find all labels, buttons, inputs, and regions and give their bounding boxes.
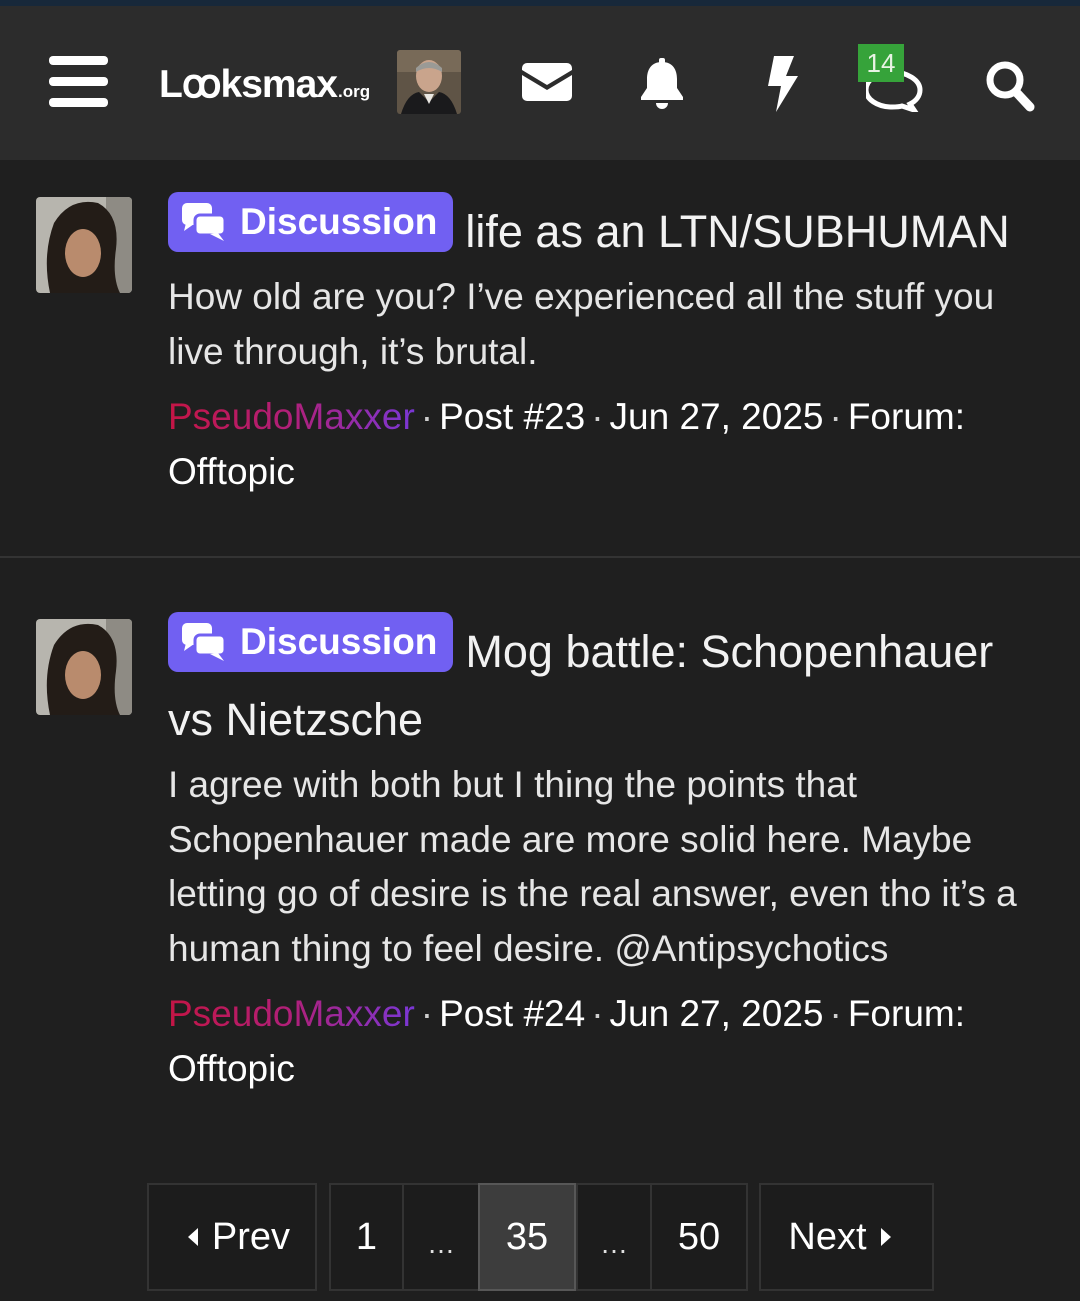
forum-prefix: Forum: xyxy=(847,396,965,437)
next-label: Next xyxy=(788,1215,867,1258)
mail-icon[interactable] xyxy=(522,63,572,101)
conversations-badge: 14 xyxy=(858,44,904,82)
discussion-icon xyxy=(182,623,226,661)
post-date: Jun 27, 2025 xyxy=(609,993,824,1034)
author-avatar[interactable] xyxy=(36,197,132,293)
logo-tld: .org xyxy=(337,82,371,101)
result-meta: PseudoMaxxer · Post #24 · Jun 27, 2025 · Forum… xyxy=(168,993,965,1089)
caret-left-icon xyxy=(187,1228,198,1246)
post-number[interactable]: Post #23 xyxy=(439,396,585,437)
author-avatar[interactable] xyxy=(36,619,132,715)
label-text: Discussion xyxy=(240,621,438,662)
page-50-button[interactable]: 50 xyxy=(650,1183,748,1291)
next-page-button[interactable]: Next xyxy=(759,1183,934,1291)
page-jump-ellipsis[interactable]: … xyxy=(576,1183,652,1291)
result-meta: PseudoMaxxer · Post #23 · Jun 27, 2025 · Forum… xyxy=(168,396,965,492)
site-header: Lꝏksmax .org 14 xyxy=(0,6,1080,160)
author-name[interactable]: PseudoMaxxer xyxy=(168,993,415,1034)
search-result: Discussion Mog battle: Schopenhauer vs N… xyxy=(0,558,1080,1158)
author-name[interactable]: PseudoMaxxer xyxy=(168,396,415,437)
forum-link[interactable]: Offtopic xyxy=(168,451,295,492)
search-icon[interactable] xyxy=(985,60,1035,112)
title-text[interactable]: life as an LTN/SUBHUMAN xyxy=(465,206,1009,257)
pagination: Prev 1 … 35 … 50 Next xyxy=(0,1183,1080,1293)
prev-page-button[interactable]: Prev xyxy=(147,1183,317,1291)
current-page-button[interactable]: 35 xyxy=(478,1183,576,1291)
post-date: Jun 27, 2025 xyxy=(609,396,824,437)
forum-prefix: Forum: xyxy=(847,993,965,1034)
result-title[interactable]: Discussion Mog battle: Schopenhauer vs N… xyxy=(168,612,1048,754)
forum-link[interactable]: Offtopic xyxy=(168,1048,295,1089)
user-avatar[interactable] xyxy=(397,50,461,114)
caret-right-icon xyxy=(880,1228,891,1246)
discussion-icon xyxy=(182,203,226,241)
search-result: Discussion life as an LTN/SUBHUMAN How o… xyxy=(0,160,1080,557)
result-content: Discussion Mog battle: Schopenhauer vs N… xyxy=(168,612,1048,1096)
page-1-button[interactable]: 1 xyxy=(329,1183,404,1291)
result-content: Discussion life as an LTN/SUBHUMAN How o… xyxy=(168,192,1048,499)
result-title[interactable]: Discussion life as an LTN/SUBHUMAN xyxy=(168,192,1048,266)
page-jump-ellipsis[interactable]: … xyxy=(402,1183,480,1291)
bell-icon[interactable] xyxy=(640,58,684,110)
result-snippet: How old are you? I’ve experienced all th… xyxy=(168,276,995,372)
bolt-icon[interactable] xyxy=(764,56,798,112)
discussion-label[interactable]: Discussion xyxy=(168,192,454,252)
prev-label: Prev xyxy=(211,1215,291,1258)
post-number[interactable]: Post #24 xyxy=(439,993,585,1034)
discussion-label[interactable]: Discussion xyxy=(168,612,454,672)
result-snippet: I agree with both but I thing the points… xyxy=(168,764,1017,969)
menu-icon[interactable] xyxy=(49,56,108,108)
site-logo[interactable]: Lꝏksmax .org xyxy=(159,62,371,106)
label-text: Discussion xyxy=(240,201,438,242)
logo-text: Lꝏksmax xyxy=(159,63,338,106)
